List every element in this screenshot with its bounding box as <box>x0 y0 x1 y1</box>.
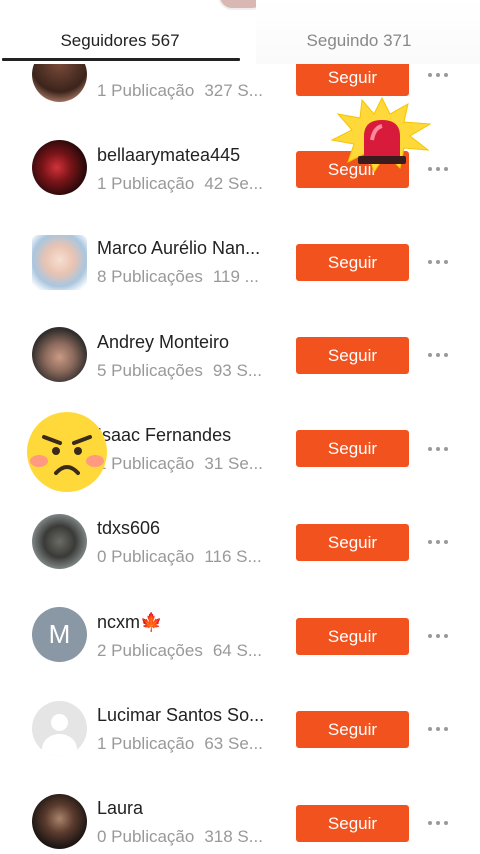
post-count: 8 Publicações <box>97 267 203 286</box>
list-item[interactable]: M ncxm🍁 2 Publicações 64 S... Seguir <box>0 591 480 684</box>
left-cheek <box>30 455 48 467</box>
list-item[interactable]: Laura 0 Publicação 318 S... Seguir <box>0 777 480 854</box>
follow-button[interactable]: Seguir <box>296 805 409 842</box>
list-item[interactable]: tdxs606 0 Publicação 116 S... Seguir <box>0 497 480 590</box>
user-name[interactable]: Lucimar Santos So... <box>97 705 275 726</box>
follower-count: 119 ... <box>212 267 259 286</box>
follow-button[interactable]: Seguir <box>296 430 409 467</box>
right-eye <box>74 447 82 455</box>
siren-sticker <box>330 96 432 174</box>
follower-count: 93 S... <box>212 361 262 380</box>
tab-followers[interactable]: Seguidores 567 <box>0 26 240 56</box>
more-options-icon[interactable] <box>428 350 450 360</box>
follower-count: 327 S... <box>204 81 263 100</box>
user-name[interactable]: Isaac Fernandes <box>97 425 275 446</box>
avatar[interactable]: M <box>32 607 87 662</box>
follow-button[interactable]: Seguir <box>296 244 409 281</box>
more-options-icon[interactable] <box>428 444 450 454</box>
post-count: 5 Publicações <box>97 361 203 380</box>
list-item[interactable]: Andrey Monteiro 5 Publicações 93 S... Seg… <box>0 311 480 404</box>
avatar[interactable] <box>32 514 87 569</box>
user-meta: 0 Publicação 318 S... <box>97 827 273 847</box>
post-count: 1 Publicação <box>97 81 195 100</box>
avatar[interactable] <box>32 794 87 849</box>
followers-screen: 1 Publicação 327 S... Seguir bellaarymate… <box>0 0 480 854</box>
user-meta: 5 Publicações 93 S... <box>97 361 273 381</box>
avatar[interactable] <box>32 140 87 195</box>
post-count: 2 Publicações <box>97 641 203 660</box>
post-count: 0 Publicação <box>97 827 195 846</box>
follower-count: 42 Se... <box>204 174 263 193</box>
follower-count: 31 Se... <box>204 454 263 473</box>
post-count: 1 Publicação <box>97 454 195 473</box>
list-item[interactable]: Marco Aurélio Nan... 8 Publicações 119 ..… <box>0 217 480 310</box>
more-options-icon[interactable] <box>428 70 450 80</box>
follow-button[interactable]: Seguir <box>296 59 409 96</box>
more-options-icon[interactable] <box>428 818 450 828</box>
user-meta: 0 Publicação 116 S... <box>97 547 273 567</box>
user-name[interactable]: Laura <box>97 798 275 819</box>
user-meta: 1 Publicação 327 S... <box>97 81 273 101</box>
user-meta: 1 Publicação 63 Se... <box>97 734 273 754</box>
angry-face-sticker <box>27 412 107 492</box>
face-circle <box>27 412 107 492</box>
user-name[interactable]: bellaarymatea445 <box>97 145 275 166</box>
avatar[interactable] <box>32 327 87 382</box>
list-item[interactable]: Lucimar Santos So... 1 Publicação 63 Se..… <box>0 684 480 777</box>
follower-count: 116 S... <box>204 547 262 566</box>
active-tab-indicator <box>2 58 240 61</box>
user-meta: 2 Publicações 64 S... <box>97 641 273 661</box>
user-name[interactable]: Andrey Monteiro <box>97 332 275 353</box>
follow-button[interactable]: Seguir <box>296 524 409 561</box>
more-options-icon[interactable] <box>428 257 450 267</box>
follow-button[interactable]: Seguir <box>296 711 409 748</box>
right-cheek <box>86 455 104 467</box>
user-meta: 8 Publicações 119 ... <box>97 267 273 287</box>
default-person-icon[interactable] <box>32 701 87 756</box>
person-body-shape <box>42 734 77 756</box>
more-options-icon[interactable] <box>428 631 450 641</box>
more-options-icon[interactable] <box>428 724 450 734</box>
follower-count: 64 S... <box>212 641 262 660</box>
follower-count: 318 S... <box>204 827 263 846</box>
user-name[interactable]: ncxm🍁 <box>97 612 275 633</box>
person-head-shape <box>51 714 68 731</box>
user-name[interactable]: tdxs606 <box>97 518 275 539</box>
avatar[interactable] <box>32 235 87 290</box>
user-meta: 1 Publicação 31 Se... <box>97 454 273 474</box>
user-meta: 1 Publicação 42 Se... <box>97 174 273 194</box>
follow-button[interactable]: Seguir <box>296 337 409 374</box>
left-eye <box>52 447 60 455</box>
tab-following[interactable]: Seguindo 371 <box>256 26 462 56</box>
follow-button[interactable]: Seguir <box>296 618 409 655</box>
more-options-icon[interactable] <box>428 537 450 547</box>
siren-dome <box>364 120 400 156</box>
post-count: 1 Publicação <box>97 174 195 193</box>
post-count: 1 Publicação <box>97 734 195 753</box>
post-count: 0 Publicação <box>97 547 195 566</box>
tab-bar: Seguidores 567 Seguindo 371 <box>0 0 480 64</box>
siren-base <box>358 156 406 164</box>
user-name[interactable]: Marco Aurélio Nan... <box>97 238 275 259</box>
follower-count: 63 Se... <box>204 734 263 753</box>
avatar-letter: M <box>48 619 71 649</box>
